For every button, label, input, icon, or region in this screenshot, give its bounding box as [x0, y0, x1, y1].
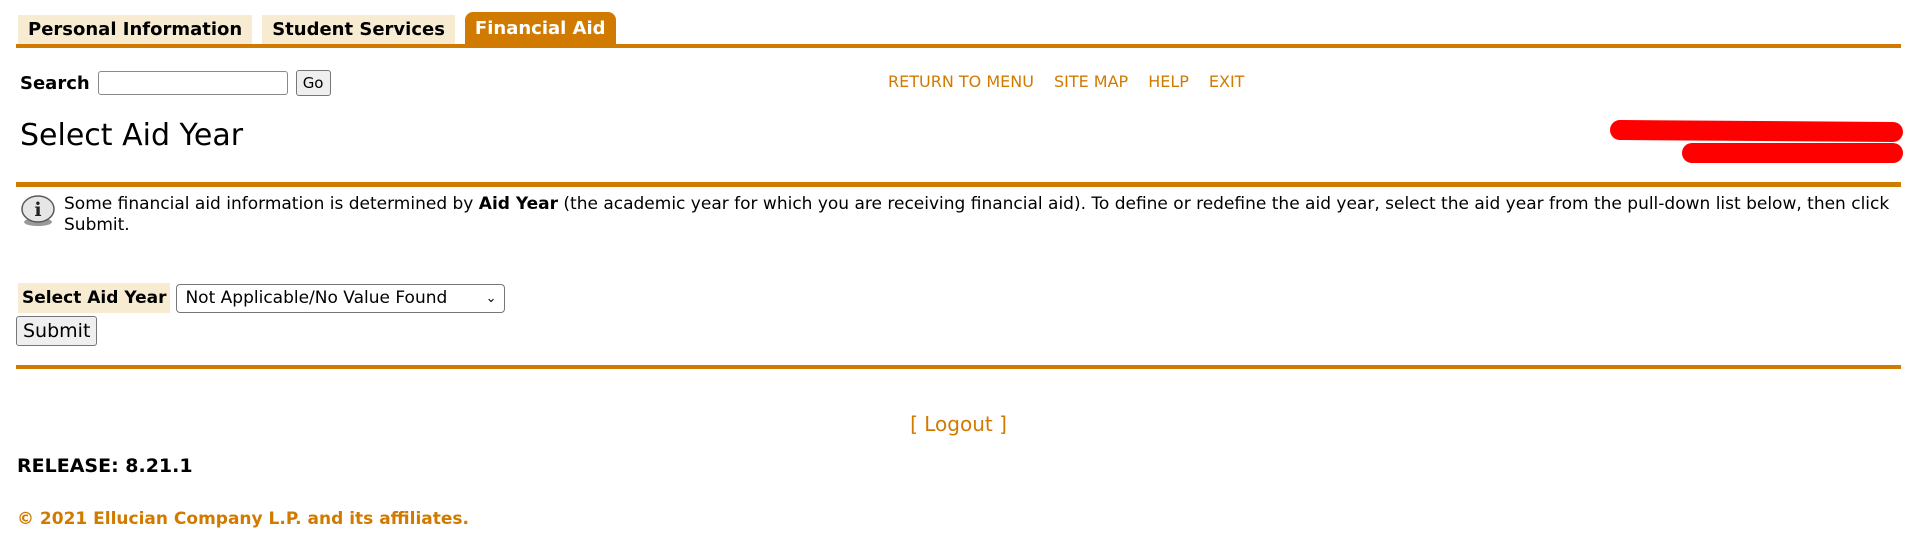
- go-button[interactable]: Go: [295, 70, 331, 96]
- release-version: RELEASE: 8.21.1: [17, 455, 193, 477]
- svg-text:i: i: [34, 199, 41, 221]
- aid-year-label: Select Aid Year: [18, 283, 171, 313]
- chevron-down-icon: ⌄: [485, 290, 497, 306]
- tab-underline-divider: [16, 44, 1901, 48]
- logout-container: [ Logout ]: [0, 412, 1917, 436]
- tab-financial-aid[interactable]: Financial Aid: [464, 12, 616, 45]
- exit-link[interactable]: EXIT: [1209, 72, 1245, 91]
- tab-student-services[interactable]: Student Services: [262, 15, 455, 45]
- redaction-mark: [1682, 143, 1903, 163]
- submit-button[interactable]: Submit: [16, 316, 98, 346]
- site-map-link[interactable]: SITE MAP: [1054, 72, 1128, 91]
- return-to-menu-link[interactable]: RETURN TO MENU: [888, 72, 1034, 91]
- title-divider: [16, 182, 1901, 187]
- info-icon: i: [21, 195, 55, 226]
- aid-year-selected-value: Not Applicable/No Value Found: [185, 288, 448, 308]
- info-text: Some financial aid information is determ…: [64, 194, 1890, 236]
- logout-link[interactable]: [ Logout ]: [910, 412, 1007, 436]
- form-divider: [16, 365, 1901, 369]
- top-nav-links: RETURN TO MENU SITE MAP HELP EXIT: [888, 72, 1244, 91]
- aid-year-form: Select Aid Year Not Applicable/No Value …: [18, 283, 506, 313]
- page: Personal Information Student Services Fi…: [0, 0, 1917, 543]
- info-text-bold: Aid Year: [478, 194, 558, 214]
- tab-bar: Personal Information Student Services Fi…: [18, 12, 616, 45]
- search-bar: Search Go: [20, 70, 331, 96]
- redaction-mark: [1609, 119, 1904, 143]
- aid-year-select[interactable]: Not Applicable/No Value Found ⌄: [176, 283, 506, 313]
- search-input[interactable]: [97, 71, 288, 95]
- help-link[interactable]: HELP: [1148, 72, 1189, 91]
- page-title: Select Aid Year: [20, 118, 244, 153]
- info-text-start: Some financial aid information is determ…: [64, 194, 479, 214]
- search-label: Search: [20, 72, 90, 94]
- info-message: i Some financial aid information is dete…: [20, 194, 1890, 236]
- tab-personal-information[interactable]: Personal Information: [18, 15, 253, 45]
- copyright-text: © 2021 Ellucian Company L.P. and its aff…: [17, 509, 469, 529]
